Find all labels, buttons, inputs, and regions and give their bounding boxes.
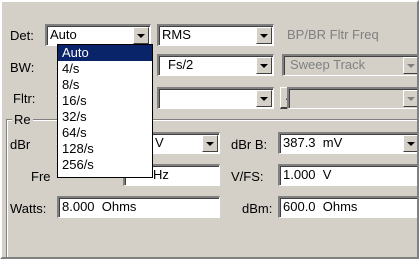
chevron-down-icon bbox=[260, 97, 268, 101]
chevron-down-icon bbox=[260, 34, 268, 38]
vfs-label: V/FS: bbox=[231, 169, 264, 184]
dbr-a-label: dBr bbox=[10, 137, 31, 152]
vfs-value: 1.000 V bbox=[283, 167, 332, 182]
freq-unit: Hz bbox=[153, 167, 169, 182]
detector-rate-option[interactable]: Auto bbox=[58, 45, 152, 61]
chevron-down-icon bbox=[407, 142, 415, 146]
watts-value: 8.000 Ohms bbox=[62, 199, 137, 214]
dbm-label: dBm: bbox=[242, 201, 273, 216]
detector-mode-dropdown-button[interactable] bbox=[256, 27, 272, 44]
dbr-a-dropdown-button[interactable] bbox=[202, 135, 218, 152]
detector-rate-option[interactable]: 32/s bbox=[58, 109, 152, 125]
bpbr-filter-freq-select[interactable]: Sweep Track bbox=[282, 54, 417, 76]
detector-rate-value: Auto bbox=[50, 27, 77, 42]
dbr-b-dropdown-button[interactable] bbox=[403, 135, 417, 152]
detector-mode-select[interactable]: RMS bbox=[157, 24, 274, 46]
bandwidth-value: Fs/2 bbox=[168, 57, 194, 72]
detector-rate-dropdown-button[interactable] bbox=[133, 27, 149, 44]
chevron-down-icon bbox=[206, 142, 214, 146]
bpbr-filter-freq-value: Sweep Track bbox=[290, 57, 366, 72]
chevron-down-icon bbox=[407, 64, 415, 68]
dbr-b-field[interactable]: 387.3 mV bbox=[278, 132, 417, 154]
secondary-filter-dropdown-button[interactable] bbox=[403, 90, 417, 107]
bandwidth-dropdown-button[interactable] bbox=[256, 57, 272, 74]
dbm-value: 600.0 Ohms bbox=[283, 199, 358, 214]
watts-label: Watts: bbox=[10, 201, 47, 216]
dbr-b-label: dBr B: bbox=[231, 137, 268, 152]
detector-rate-option[interactable]: 256/s bbox=[58, 157, 152, 173]
filter-select[interactable] bbox=[157, 87, 274, 109]
watts-field[interactable]: 8.000 Ohms bbox=[57, 196, 220, 218]
detector-mode-value: RMS bbox=[162, 27, 191, 42]
detector-rate-option[interactable]: 4/s bbox=[58, 61, 152, 77]
dbr-b-value: 387.3 mV bbox=[283, 135, 343, 150]
bpbr-filter-freq-label: BP/BR Fltr Freq bbox=[287, 27, 379, 42]
detector-rate-select[interactable]: Auto bbox=[45, 24, 151, 46]
detector-rate-option[interactable]: 64/s bbox=[58, 125, 152, 141]
dbm-field[interactable]: 600.0 Ohms bbox=[278, 196, 417, 218]
detector-rate-option[interactable]: 16/s bbox=[58, 93, 152, 109]
detector-rate-option[interactable]: 8/s bbox=[58, 77, 152, 93]
filter-label: Fltr: bbox=[13, 91, 36, 106]
bw-label: BW: bbox=[10, 60, 35, 75]
bpbr-filter-freq-dropdown-button[interactable] bbox=[403, 57, 417, 74]
chevron-down-icon bbox=[407, 97, 415, 101]
det-label: Det: bbox=[10, 28, 34, 43]
secondary-filter-select[interactable] bbox=[287, 87, 417, 109]
filter-dropdown-button[interactable] bbox=[256, 90, 272, 107]
detector-rate-dropdown-list: Auto 4/s 8/s 16/s 32/s 64/s 128/s 256/s bbox=[57, 44, 153, 178]
analyzer-settings-panel: Det: Auto RMS BP/BR Fltr Freq BW: Fs/2 S… bbox=[0, 0, 419, 259]
vfs-field[interactable]: 1.000 V bbox=[278, 164, 417, 186]
freq-label: Fre bbox=[31, 169, 51, 184]
chevron-down-icon bbox=[137, 34, 145, 38]
reference-group-title: Re bbox=[12, 112, 33, 128]
bandwidth-select[interactable]: Fs/2 bbox=[157, 54, 274, 76]
dbr-a-unit-value: V bbox=[155, 135, 164, 150]
chevron-down-icon bbox=[260, 64, 268, 68]
detector-rate-option[interactable]: 128/s bbox=[58, 141, 152, 157]
